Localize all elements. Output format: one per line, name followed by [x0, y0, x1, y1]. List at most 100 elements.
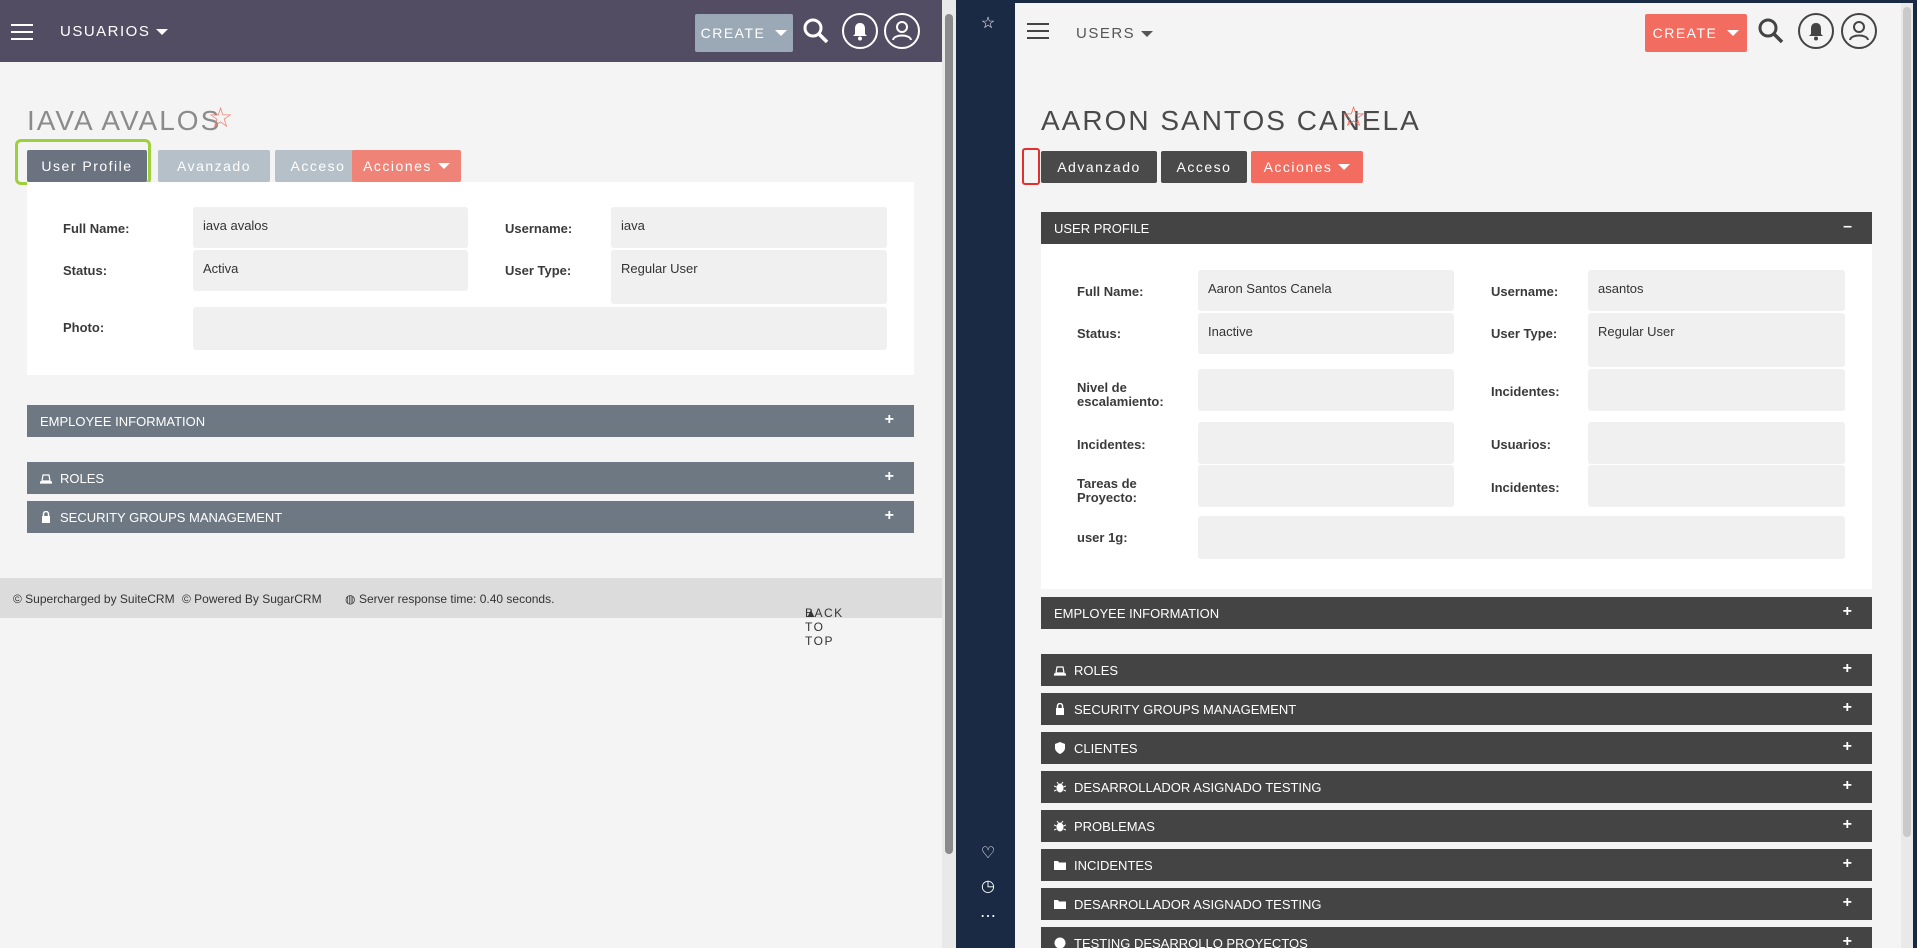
favorite-star-icon[interactable]: ☆ [208, 104, 233, 132]
page-title: IAVA AVALOS [27, 105, 222, 136]
user-profile-icon[interactable] [884, 13, 920, 49]
tab-user-profile[interactable]: User Profile [27, 150, 147, 182]
usuarios-field [1588, 422, 1845, 464]
section-incidentes[interactable]: INCIDENTES + [1041, 849, 1872, 881]
section-label: DESARROLLADOR ASIGNADO TESTING [1074, 779, 1322, 795]
username-field: iava [611, 207, 887, 248]
search-icon[interactable] [802, 17, 830, 45]
module-title-label: USUARIOS [60, 23, 151, 40]
globe-icon: ◍ [345, 592, 356, 606]
create-label: CREATE [700, 25, 766, 41]
menu-icon[interactable] [11, 24, 33, 40]
tab-avanzado[interactable]: Avanzado [158, 150, 270, 182]
favorite-star-icon[interactable]: ☆ [1341, 103, 1366, 131]
tareas-proyecto-label: Tareas de Proyecto: [1077, 476, 1137, 505]
section-label: EMPLOYEE INFORMATION [1054, 605, 1220, 621]
section-label: EMPLOYEE INFORMATION [40, 413, 206, 429]
tab-acceso[interactable]: Acceso [1161, 151, 1247, 183]
shield-icon [1055, 742, 1065, 754]
bug-icon [1054, 781, 1066, 793]
chevron-down-icon [775, 30, 788, 36]
server-response-time: Server response time: 0.40 seconds. [359, 592, 555, 606]
section-desarrollador-testing-2[interactable]: DESARROLLADOR ASIGNADO TESTING + [1041, 888, 1872, 920]
left-topbar: USUARIOS CREATE [0, 0, 942, 62]
tareas-proyecto-field [1198, 465, 1454, 507]
module-title[interactable]: USERS [1076, 25, 1154, 42]
expand-icon: + [1842, 699, 1852, 716]
section-user-profile[interactable]: USER PROFILE – [1041, 212, 1872, 244]
section-label: INCIDENTES [1074, 857, 1153, 873]
section-label: SECURITY GROUPS MANAGEMENT [60, 509, 283, 525]
section-roles[interactable]: ROLES + [27, 462, 914, 494]
expand-icon: + [1842, 660, 1852, 677]
section-label: SECURITY GROUPS MANAGEMENT [1074, 701, 1297, 717]
expand-icon: + [1842, 894, 1852, 911]
tab-acciones[interactable]: Acciones [1251, 151, 1363, 183]
section-label: CLIENTES [1074, 740, 1138, 756]
right-scrollbar[interactable] [1901, 3, 1913, 948]
left-scrollbar-thumb[interactable] [945, 14, 953, 854]
expand-icon: + [1842, 933, 1852, 948]
more-icon[interactable]: ⋯ [961, 906, 1015, 926]
roles-icon [1054, 666, 1066, 676]
highlight-box [1022, 148, 1040, 185]
status-field: Activa [193, 250, 468, 291]
incidentes-label: Incidentes: [1491, 384, 1560, 399]
expand-icon: + [1842, 738, 1852, 755]
folder-icon [1054, 900, 1066, 909]
chevron-up-icon: ▲ [805, 606, 819, 620]
create-button[interactable]: CREATE [1645, 14, 1747, 52]
section-problemas[interactable]: PROBLEMAS + [1041, 810, 1872, 842]
section-testing-desarrollo-proyectos[interactable]: TESTING DESARROLLO PROYECTOS + [1041, 927, 1872, 948]
section-desarrollador-testing[interactable]: DESARROLLADOR ASIGNADO TESTING + [1041, 771, 1872, 803]
search-icon[interactable] [1757, 17, 1785, 45]
footer: © Supercharged by SuiteCRM © Powered By … [0, 578, 942, 648]
favorites-star-icon[interactable]: ☆ [961, 13, 1015, 33]
tab-acceso[interactable]: Acceso [275, 150, 361, 182]
create-button[interactable]: CREATE [695, 14, 793, 52]
right-scrollbar-thumb[interactable] [1903, 7, 1911, 837]
section-label: ROLES [1074, 662, 1119, 678]
supercharged-link[interactable]: © Supercharged by SuiteCRM [13, 592, 175, 606]
tab-acciones[interactable]: Acciones [352, 150, 461, 182]
notifications-icon[interactable] [842, 13, 878, 49]
nivel-escalamiento-label: Nivel de escalamiento: [1077, 380, 1164, 409]
heart-icon[interactable]: ♡ [961, 843, 1015, 863]
module-title-label: USERS [1076, 25, 1136, 42]
history-clock-icon[interactable]: ◷ [961, 876, 1015, 896]
section-label: TESTING DESARROLLO PROYECTOS [1074, 935, 1308, 948]
section-security-groups[interactable]: SECURITY GROUPS MANAGEMENT + [27, 501, 914, 533]
section-employee-information[interactable]: EMPLOYEE INFORMATION + [27, 405, 914, 437]
section-roles[interactable]: ROLES + [1041, 654, 1872, 686]
incidentes-label: Incidentes: [1491, 480, 1560, 495]
notifications-icon[interactable] [1798, 13, 1834, 49]
section-security-groups[interactable]: SECURITY GROUPS MANAGEMENT + [1041, 693, 1872, 725]
expand-icon: + [884, 468, 894, 485]
section-label: USER PROFILE [1054, 220, 1150, 236]
incidentes-field [1588, 465, 1845, 507]
chevron-down-icon [1338, 164, 1351, 170]
section-label: DESARROLLADOR ASIGNADO TESTING [1074, 896, 1322, 912]
module-title[interactable]: USUARIOS [60, 23, 169, 40]
section-clientes[interactable]: CLIENTES + [1041, 732, 1872, 764]
browser-sidebar: ☆ ♡ ◷ ⋯ [961, 0, 1015, 948]
folder-icon [1054, 861, 1066, 870]
left-pane: USUARIOS CREATE IAVA AVALOS ☆ User Profi… [0, 0, 942, 948]
tab-advanzado[interactable]: Advanzado [1041, 151, 1157, 183]
incidentes-label: Incidentes: [1077, 437, 1146, 452]
powered-link[interactable]: © Powered By SugarCRM [182, 592, 322, 606]
right-pane: USERS CREATE AARON SANTOS CANELA ☆ Advan… [1015, 3, 1901, 948]
user-profile-icon[interactable] [1841, 13, 1877, 49]
full-name-label: Full Name: [1077, 284, 1144, 299]
section-employee-information[interactable]: EMPLOYEE INFORMATION + [1041, 597, 1872, 629]
left-scrollbar[interactable] [942, 0, 956, 948]
menu-icon[interactable] [1027, 23, 1049, 39]
expand-icon: + [1842, 603, 1852, 620]
expand-icon: + [1842, 855, 1852, 872]
username-label: Username: [1491, 284, 1559, 299]
status-label: Status: [1077, 326, 1122, 341]
expand-icon: + [1842, 816, 1852, 833]
pie-icon [1054, 937, 1066, 948]
roles-icon [40, 474, 52, 484]
user-1g-field [1198, 516, 1845, 559]
